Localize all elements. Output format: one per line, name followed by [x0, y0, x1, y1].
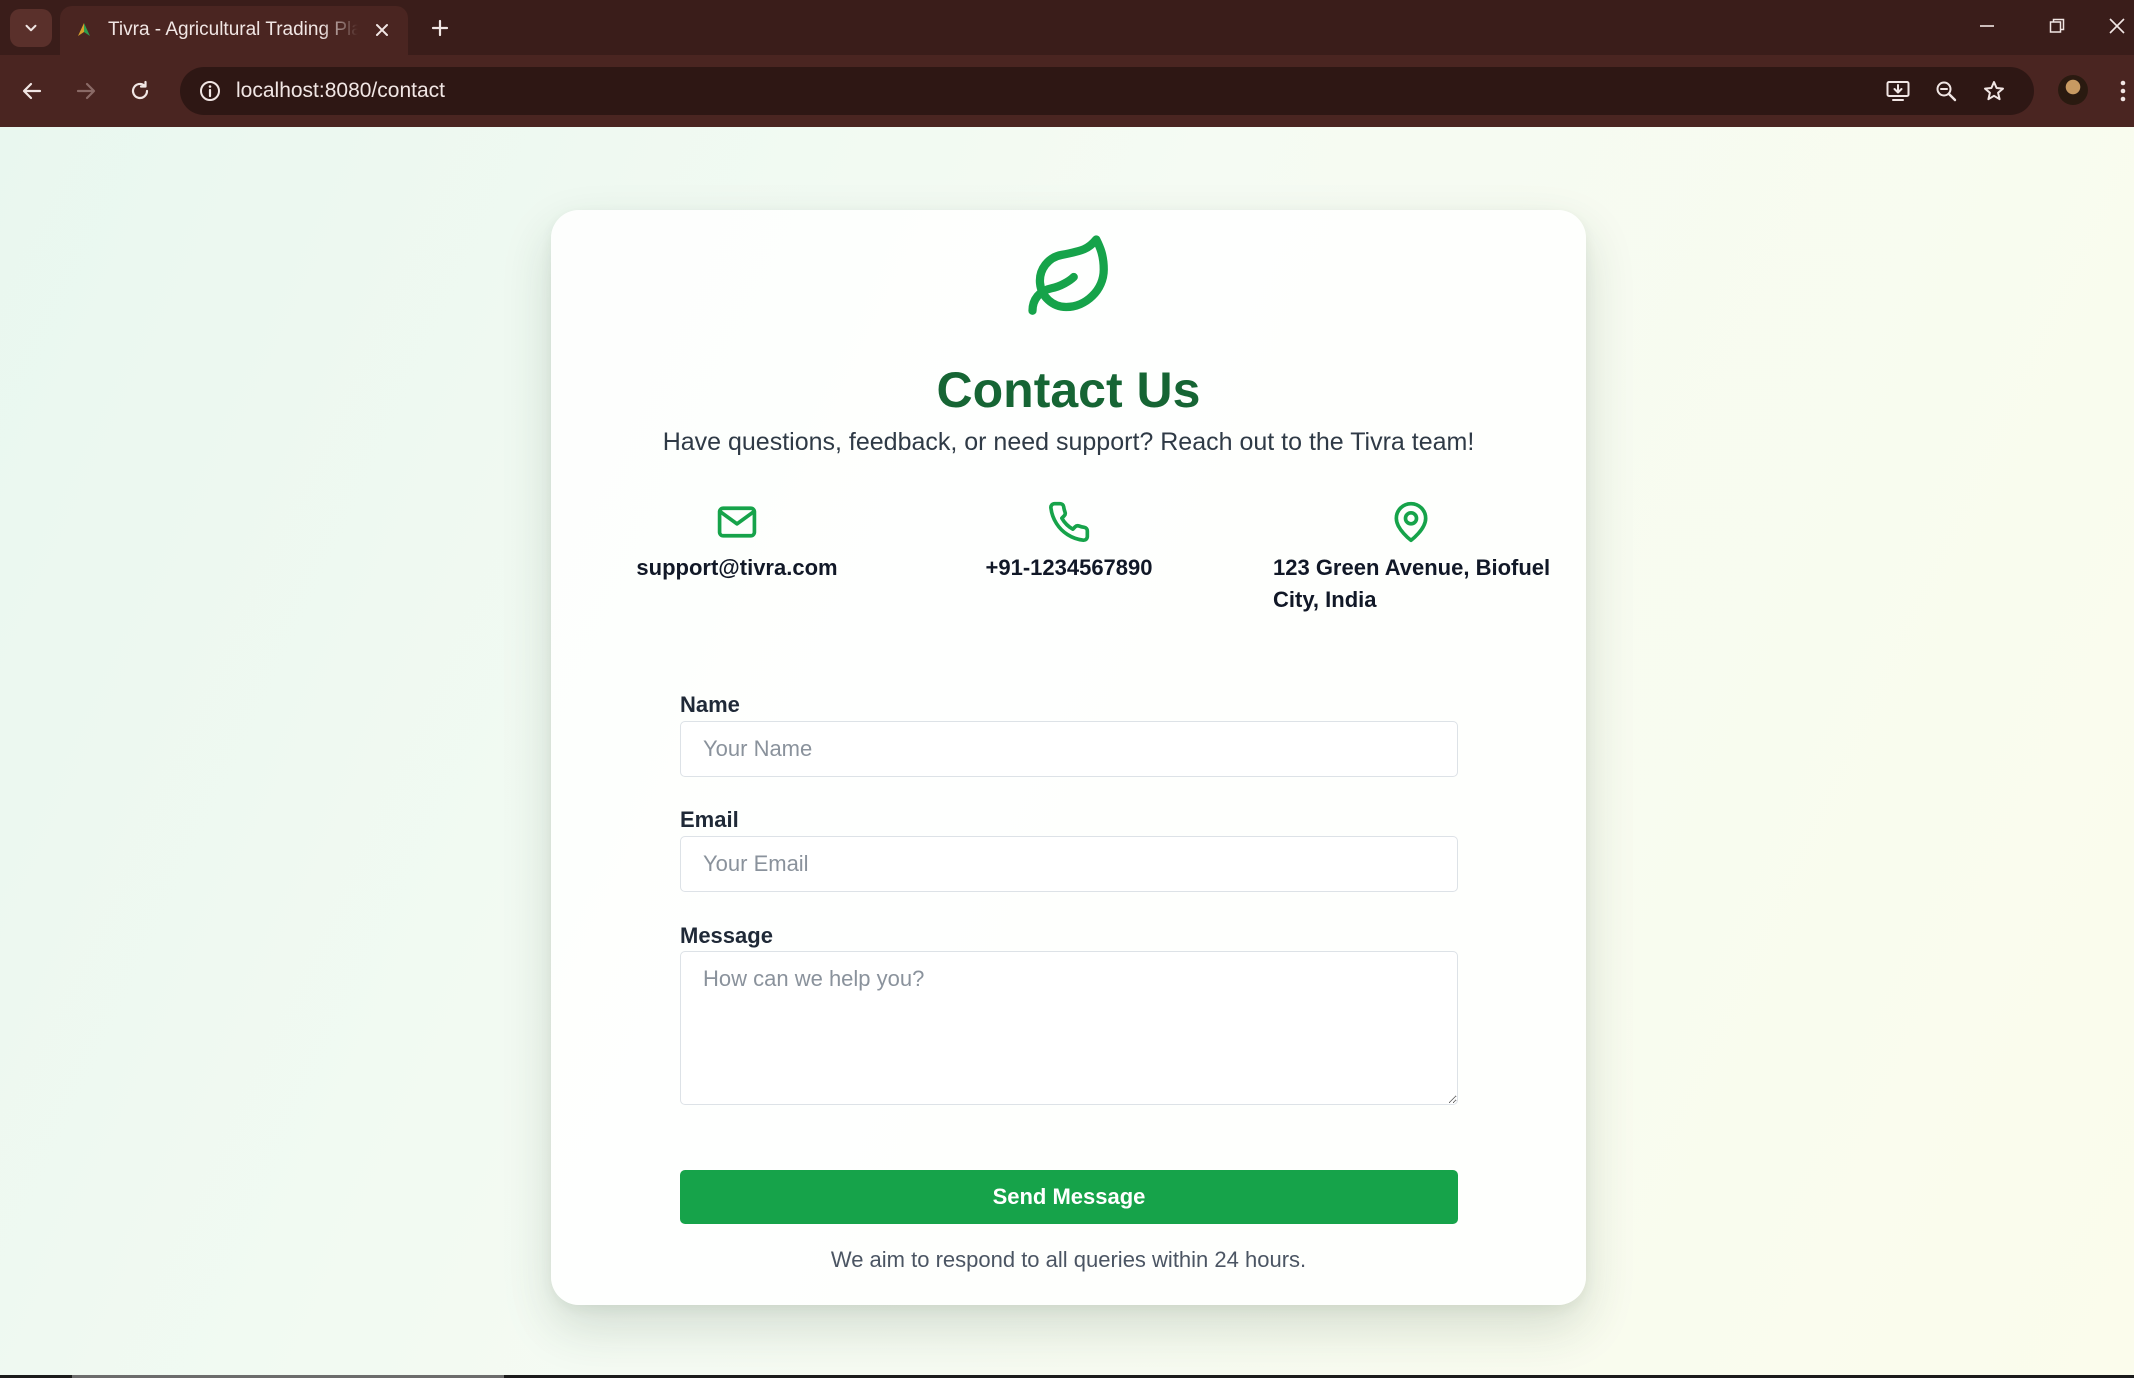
leaf-icon: [1028, 235, 1108, 315]
name-input[interactable]: [680, 721, 1458, 777]
address-bar[interactable]: localhost:8080/contact: [180, 67, 2034, 115]
close-icon: [376, 24, 388, 36]
plus-icon: [431, 19, 449, 37]
site-info-button[interactable]: [192, 73, 228, 109]
page-viewport: Contact Us Have questions, feedback, or …: [0, 127, 2134, 1375]
info-icon: [200, 81, 220, 101]
mail-icon: [717, 506, 757, 538]
page-subtitle: Have questions, feedback, or need suppor…: [662, 428, 1475, 456]
bookmark-button[interactable]: [1976, 73, 2012, 109]
email-label: Email: [680, 807, 739, 832]
response-time-note: We aim to respond to all queries within …: [830, 1247, 1307, 1272]
reload-icon: [131, 80, 149, 100]
browser-tab-active[interactable]: Tivra - Agricultural Trading Platform: [60, 6, 408, 55]
minimize-button[interactable]: [1964, 6, 2010, 46]
zoom-button[interactable]: [1928, 73, 1964, 109]
map-pin-icon: [1394, 501, 1428, 543]
star-icon: [1984, 81, 2004, 101]
contact-address-text: 123 Green Avenue, Biofuel City, India: [1273, 555, 1551, 612]
message-textarea[interactable]: [680, 951, 1458, 1105]
arrow-left-icon: [22, 82, 42, 100]
reload-button[interactable]: [120, 71, 160, 111]
more-vertical-icon: [2120, 80, 2126, 102]
email-input[interactable]: [680, 836, 1458, 892]
contact-email-text[interactable]: support@tivra.com: [587, 552, 887, 584]
new-tab-button[interactable]: [421, 9, 459, 47]
arrow-right-icon: [76, 82, 96, 100]
phone-icon: [1049, 501, 1090, 543]
name-label: Name: [680, 692, 740, 717]
tab-title: Tivra - Agricultural Trading Platform: [108, 19, 358, 40]
tab-close-button[interactable]: [368, 16, 396, 44]
install-app-icon: [1886, 81, 1910, 101]
browser-tabstrip: Tivra - Agricultural Trading Platform: [0, 0, 2134, 55]
contact-email-info: support@tivra.com: [587, 500, 887, 584]
close-icon: [2109, 18, 2125, 34]
zoom-icon: [1936, 81, 1957, 102]
tab-search-button[interactable]: [10, 9, 52, 47]
close-window-button[interactable]: [2100, 6, 2134, 46]
contact-phone-info: +91-1234567890: [919, 500, 1219, 584]
tivra-favicon-icon: [78, 23, 90, 36]
install-app-button[interactable]: [1880, 73, 1916, 109]
contact-address-info: 123 Green Avenue, Biofuel City, India: [1255, 500, 1555, 616]
page-title: Contact Us: [936, 362, 1201, 418]
minimize-icon: [1980, 25, 1994, 27]
restore-icon: [2049, 18, 2065, 33]
contact-phone-text[interactable]: +91-1234567890: [919, 552, 1219, 584]
profile-avatar[interactable]: [2058, 75, 2088, 105]
send-message-button[interactable]: Send Message: [680, 1170, 1458, 1224]
back-button[interactable]: [12, 71, 52, 111]
contact-card: Contact Us Have questions, feedback, or …: [551, 210, 1586, 1305]
forward-button[interactable]: [66, 71, 106, 111]
restore-button[interactable]: [2034, 6, 2080, 46]
message-label: Message: [680, 923, 773, 948]
url-text[interactable]: localhost:8080/contact: [236, 78, 445, 104]
browser-menu-button[interactable]: [2112, 71, 2134, 111]
chevron-down-icon: [25, 24, 37, 32]
browser-toolbar: localhost:8080/contact: [0, 55, 2134, 127]
